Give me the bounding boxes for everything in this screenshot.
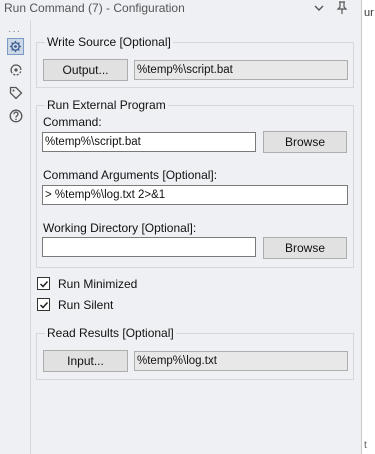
checkmark-icon (39, 301, 48, 309)
command-arguments-label: Command Arguments [Optional]: (43, 168, 218, 182)
run-silent-checkbox[interactable] (37, 298, 50, 311)
checkmark-icon (39, 280, 48, 288)
adjacent-text-fragment: ur (364, 7, 374, 19)
command-input[interactable]: %temp%\script.bat (42, 132, 256, 152)
pin-icon[interactable] (334, 0, 350, 16)
command-browse-button[interactable]: Browse (263, 131, 347, 153)
run-external-program-legend: Run External Program (45, 98, 168, 112)
read-results-legend: Read Results [Optional] (45, 326, 176, 340)
chevron-down-icon[interactable] (311, 0, 327, 16)
run-minimized-label: Run Minimized (58, 277, 138, 291)
help-icon[interactable] (7, 107, 24, 124)
configuration-panel: Run Command (7) - Configuration ··· Writ… (0, 0, 361, 454)
toolbar-grip: ··· (8, 26, 21, 37)
working-directory-input[interactable] (42, 237, 256, 257)
tag-icon[interactable] (7, 84, 24, 101)
input-path-field: %temp%\log.txt (134, 351, 348, 371)
toolbar-divider (30, 20, 31, 454)
run-silent-label: Run Silent (58, 298, 114, 312)
output-path-field: %temp%\script.bat (134, 60, 348, 80)
input-button[interactable]: Input... (43, 350, 128, 372)
connection-icon[interactable] (7, 61, 24, 78)
command-arguments-input[interactable]: > %temp%\log.txt 2>&1 (42, 185, 348, 205)
gear-icon[interactable] (7, 38, 24, 55)
run-minimized-checkbox[interactable] (37, 277, 50, 290)
panel-titlebar: Run Command (7) - Configuration (0, 0, 361, 17)
output-button[interactable]: Output... (43, 59, 128, 81)
write-source-legend: Write Source [Optional] (45, 35, 173, 49)
command-label: Command: (43, 115, 102, 129)
adjacent-window-edge: ur t (361, 0, 375, 454)
working-directory-label: Working Directory [Optional]: (43, 221, 197, 235)
panel-title: Run Command (7) - Configuration (4, 1, 185, 15)
adjacent-text-fragment-bottom: t (364, 440, 367, 451)
working-directory-browse-button[interactable]: Browse (263, 237, 347, 259)
